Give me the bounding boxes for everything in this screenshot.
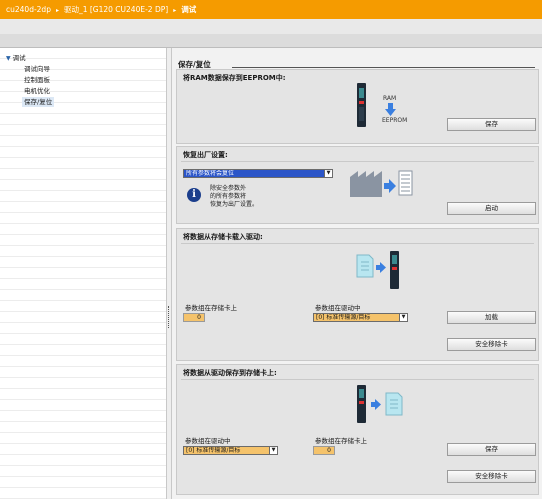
- save-to-eeprom-button[interactable]: 保存: [447, 118, 536, 131]
- section-divider: [181, 379, 534, 380]
- breadcrumb: cu240d-2dp ▸ 驱动_1 [G120 CU240E-2 DP] ▸ 调试: [0, 0, 542, 19]
- dropdown-arrow-icon[interactable]: ▼: [269, 447, 277, 454]
- nav-item-motor-optimization[interactable]: 电机优化: [22, 86, 52, 96]
- drive-param-set-label: 参数组在驱动中: [185, 437, 231, 445]
- section-divider: [181, 243, 534, 244]
- card-param-set-label: 参数组在存储卡上: [315, 437, 367, 445]
- dropdown-arrow-icon[interactable]: ▼: [399, 314, 407, 321]
- breadcrumb-separator: ▸: [173, 7, 177, 14]
- nav-item-wizard[interactable]: 调试向导: [22, 64, 52, 74]
- dropdown-value: [0] 标准传输源/目标: [316, 314, 371, 321]
- title-divider: [232, 67, 535, 68]
- card-param-set-field[interactable]: 0: [183, 313, 205, 322]
- section-load-from-card: 将数据从存储卡载入驱动: 参数组在存储卡上 0 参数组在驱动中 [0] 标准传输…: [176, 228, 539, 361]
- section-title: 将RAM数据保存到EEPROM中:: [183, 74, 286, 82]
- dropdown-arrow-icon[interactable]: ▼: [324, 170, 332, 177]
- card-param-set-label: 参数组在存储卡上: [185, 304, 237, 312]
- dropdown-value: 所有参数将会复位: [186, 170, 235, 177]
- section-save-to-card: 将数据从驱动保存到存储卡上: 参数组在驱动中 [0] 标准传输源/目标 ▼ 参数…: [176, 364, 539, 495]
- load-button[interactable]: 加载: [447, 311, 536, 324]
- section-title: 将数据从驱动保存到存储卡上:: [183, 369, 277, 377]
- drive-param-set-dropdown[interactable]: [0] 标准传输源/目标 ▼: [183, 446, 278, 455]
- nav-item-label: 保存/复位: [24, 98, 53, 106]
- dropdown-value: [0] 标准传输源/目标: [186, 447, 241, 454]
- nav-item-control-panel[interactable]: 控制面板: [22, 75, 52, 85]
- nav-item-label: 调试向导: [24, 65, 50, 73]
- factory-icon: [350, 170, 413, 197]
- breadcrumb-current: 调试: [181, 5, 197, 14]
- section-title: 将数据从存储卡载入驱动:: [183, 233, 263, 241]
- drive-unit-icon: [357, 83, 366, 127]
- splitter-grip[interactable]: [168, 306, 171, 328]
- drive-param-set-label: 参数组在驱动中: [315, 304, 361, 312]
- factory-reset-start-button[interactable]: 启动: [447, 202, 536, 215]
- breadcrumb-separator: ▸: [55, 7, 59, 14]
- reset-scope-dropdown[interactable]: 所有参数将会复位 ▼: [183, 169, 333, 178]
- section-divider: [181, 161, 534, 162]
- nav-expand-arrow-icon[interactable]: ▼: [6, 55, 11, 62]
- nav-item-label: 电机优化: [24, 87, 50, 95]
- nav-item-save-reset[interactable]: 保存/复位: [22, 97, 55, 107]
- ram-label: RAM: [383, 95, 397, 102]
- nav-item-label: 控制面板: [24, 76, 50, 84]
- memory-card-icon: [356, 251, 399, 289]
- breadcrumb-device[interactable]: 驱动_1 [G120 CU240E-2 DP]: [64, 5, 168, 14]
- breadcrumb-project[interactable]: cu240d-2dp: [6, 5, 51, 14]
- reset-info-text: 除安全参数外 的所有参数将 恢复为出厂设置。: [210, 185, 259, 208]
- section-ram-to-eeprom: 将RAM数据保存到EEPROM中: RAM EEPROM 保存: [176, 69, 539, 144]
- arrow-icon: [385, 103, 396, 116]
- safely-remove-card-button[interactable]: 安全移除卡: [447, 470, 536, 483]
- save-to-card-button[interactable]: 保存: [447, 443, 536, 456]
- section-title: 恢复出厂设置:: [183, 151, 228, 159]
- nav-item-label: 调试: [12, 54, 26, 62]
- drive-to-card-icon: [357, 385, 403, 423]
- drive-param-set-dropdown[interactable]: [0] 标准传输源/目标 ▼: [313, 313, 408, 322]
- sidebar-nav: ▼ 调试 调试向导 控制面板 电机优化 保存/复位: [0, 48, 167, 499]
- section-factory-reset: 恢复出厂设置: 所有参数将会复位 ▼ i 除安全参数外 的所有参数将 恢复为出厂…: [176, 146, 539, 224]
- toolbar: [0, 19, 542, 34]
- toolbar-secondary: [0, 34, 542, 48]
- card-param-set-field[interactable]: 0: [313, 446, 335, 455]
- info-icon: i: [187, 188, 201, 202]
- eeprom-label: EEPROM: [382, 117, 408, 124]
- nav-item-commissioning[interactable]: ▼ 调试: [6, 53, 26, 63]
- safely-remove-card-button[interactable]: 安全移除卡: [447, 338, 536, 351]
